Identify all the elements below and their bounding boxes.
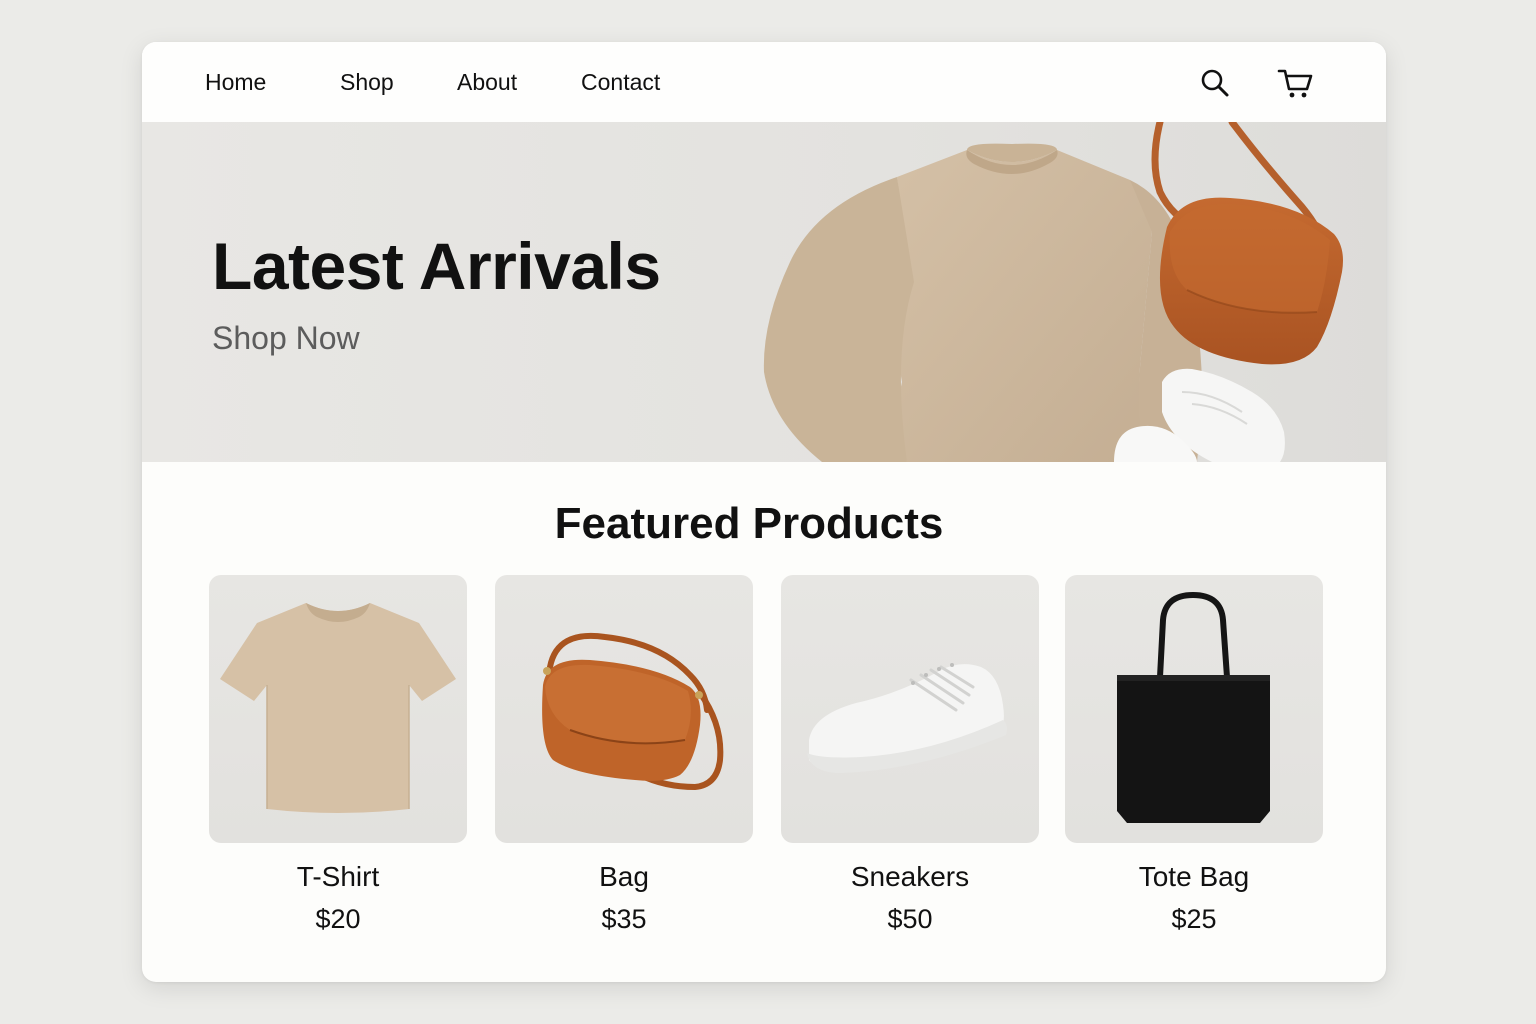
- search-icon[interactable]: [1198, 66, 1232, 100]
- product-price: $35: [601, 904, 647, 934]
- product-card-sneakers[interactable]: Sneakers $50: [781, 575, 1039, 935]
- product-price: $50: [887, 904, 933, 934]
- nav-link-contact[interactable]: Contact: [581, 66, 660, 98]
- sneakers-image: [781, 575, 1039, 843]
- hero-title: Latest Arrivals: [212, 229, 661, 303]
- hero-product-image: [763, 122, 1343, 462]
- nav-link-about[interactable]: About: [457, 66, 517, 98]
- featured-products-heading: Featured Products: [554, 499, 944, 548]
- product-name: T-Shirt: [296, 861, 380, 892]
- storefront-window: Home Shop About Contact Latest Arrivals …: [142, 42, 1386, 982]
- product-name: Tote Bag: [1138, 861, 1250, 892]
- shop-now-link[interactable]: Shop Now: [212, 318, 360, 358]
- product-card-tshirt[interactable]: T-Shirt $20: [209, 575, 467, 935]
- nav-link-home[interactable]: Home: [205, 66, 266, 98]
- hero-banner: Latest Arrivals Shop Now: [142, 122, 1386, 462]
- product-name: Bag: [599, 861, 649, 892]
- product-name: Sneakers: [850, 861, 970, 892]
- product-card-bag[interactable]: Bag $35: [495, 575, 753, 935]
- cart-icon[interactable]: [1276, 66, 1316, 100]
- nav-link-shop[interactable]: Shop: [340, 66, 394, 98]
- product-price: $25: [1171, 904, 1217, 934]
- tshirt-image: [209, 575, 467, 843]
- bag-image: [495, 575, 753, 843]
- product-card-tote-bag[interactable]: Tote Bag $25: [1065, 575, 1323, 935]
- top-nav: Home Shop About Contact: [142, 42, 1386, 122]
- product-price: $20: [315, 904, 361, 934]
- tote-bag-image: [1065, 575, 1323, 843]
